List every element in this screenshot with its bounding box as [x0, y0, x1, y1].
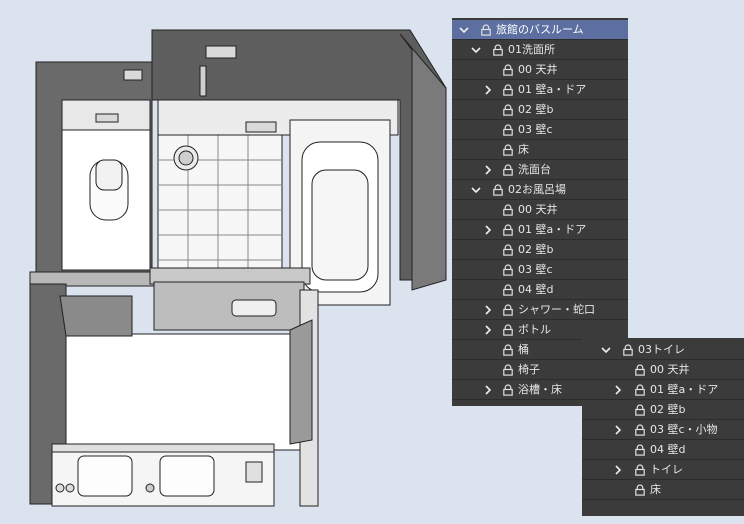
chevron-down-icon[interactable]: [458, 20, 470, 40]
lock-icon[interactable]: [502, 64, 514, 76]
chevron-right-icon[interactable]: [482, 220, 494, 240]
layer-row[interactable]: 00 天井: [452, 200, 628, 220]
lock-icon[interactable]: [634, 444, 646, 456]
lock-icon[interactable]: [502, 324, 514, 336]
layer-label: 床: [518, 143, 529, 156]
lock-icon[interactable]: [502, 244, 514, 256]
layer-row[interactable]: ボトル: [452, 320, 628, 340]
lock-icon[interactable]: [502, 104, 514, 116]
layer-row[interactable]: 02お風呂場: [452, 180, 628, 200]
layer-label: 04 壁d: [650, 443, 686, 456]
chevron-right-icon[interactable]: [612, 420, 624, 440]
lock-icon[interactable]: [502, 144, 514, 156]
layer-label: 01 壁a・ドア: [650, 383, 719, 396]
layer-row[interactable]: 01 壁a・ドア: [582, 380, 744, 400]
layer-label: 洗面台: [518, 163, 551, 176]
layer-row[interactable]: 02 壁b: [452, 240, 628, 260]
layer-row[interactable]: 洗面台: [452, 160, 628, 180]
layer-row[interactable]: 01洗面所: [452, 40, 628, 60]
layer-label: 椅子: [518, 363, 540, 376]
layer-row[interactable]: 03 壁c・小物: [582, 420, 744, 440]
chevron-right-icon[interactable]: [482, 380, 494, 400]
layer-label: 03 壁c: [518, 263, 553, 276]
lock-icon[interactable]: [502, 344, 514, 356]
layer-row[interactable]: 03 壁c: [452, 260, 628, 280]
layer-row[interactable]: 02 壁b: [452, 100, 628, 120]
lock-icon[interactable]: [502, 84, 514, 96]
layer-row[interactable]: 04 壁d: [582, 440, 744, 460]
layer-label: 02 壁b: [518, 103, 554, 116]
layer-row[interactable]: トイレ: [582, 460, 744, 480]
layer-row[interactable]: 01 壁a・ドア: [452, 80, 628, 100]
layer-label: 01 壁a・ドア: [518, 223, 587, 236]
layer-label: 00 天井: [518, 63, 558, 76]
lock-icon[interactable]: [634, 404, 646, 416]
layer-row[interactable]: 03トイレ: [582, 340, 744, 360]
layer-label: 浴槽・床: [518, 383, 562, 396]
chevron-down-icon[interactable]: [600, 340, 612, 360]
layer-label: 02お風呂場: [508, 183, 566, 196]
layer-row[interactable]: 旅館のバスルーム: [452, 20, 628, 40]
layer-label: 03トイレ: [638, 343, 685, 356]
layer-label: 旅館のバスルーム: [496, 23, 584, 36]
layer-label: 00 天井: [650, 363, 690, 376]
lock-icon[interactable]: [622, 344, 634, 356]
chevron-right-icon[interactable]: [482, 80, 494, 100]
layer-label: トイレ: [650, 463, 683, 476]
lock-icon[interactable]: [634, 364, 646, 376]
layer-label: 床: [650, 483, 661, 496]
layer-row[interactable]: 床: [582, 480, 744, 500]
lock-icon[interactable]: [492, 44, 504, 56]
lock-icon[interactable]: [502, 204, 514, 216]
lock-icon[interactable]: [502, 304, 514, 316]
lock-icon[interactable]: [502, 364, 514, 376]
lock-icon[interactable]: [502, 124, 514, 136]
layer-row[interactable]: 03 壁c: [452, 120, 628, 140]
chevron-right-icon[interactable]: [482, 160, 494, 180]
lock-icon[interactable]: [634, 484, 646, 496]
lock-icon[interactable]: [502, 284, 514, 296]
lock-icon[interactable]: [634, 424, 646, 436]
layer-row[interactable]: 床: [452, 140, 628, 160]
layer-label: 桶: [518, 343, 529, 356]
layer-row[interactable]: 04 壁d: [452, 280, 628, 300]
layer-row[interactable]: 01 壁a・ドア: [452, 220, 628, 240]
layer-row[interactable]: シャワー・蛇口: [452, 300, 628, 320]
lock-icon[interactable]: [634, 384, 646, 396]
layer-row[interactable]: 00 天井: [582, 360, 744, 380]
lock-icon[interactable]: [502, 164, 514, 176]
chevron-right-icon[interactable]: [482, 320, 494, 340]
lock-icon[interactable]: [502, 264, 514, 276]
layer-label: 02 壁b: [518, 243, 554, 256]
chevron-down-icon[interactable]: [470, 40, 482, 60]
layer-label: ボトル: [518, 323, 551, 336]
chevron-right-icon[interactable]: [612, 380, 624, 400]
layer-label: 04 壁d: [518, 283, 554, 296]
toilet-layers-panel: 03トイレ 00 天井 01 壁a・ドア 02 壁b 03 壁c・小物 04 壁d トイレ床: [582, 338, 744, 516]
layer-label: シャワー・蛇口: [518, 303, 595, 316]
chevron-right-icon[interactable]: [482, 300, 494, 320]
layer-label: 01洗面所: [508, 43, 555, 56]
lock-icon[interactable]: [492, 184, 504, 196]
layer-label: 01 壁a・ドア: [518, 83, 587, 96]
chevron-right-icon[interactable]: [612, 460, 624, 480]
chevron-down-icon[interactable]: [470, 180, 482, 200]
layer-label: 00 天井: [518, 203, 558, 216]
lock-icon[interactable]: [634, 464, 646, 476]
lock-icon[interactable]: [480, 24, 492, 36]
layer-label: 02 壁b: [650, 403, 686, 416]
layer-label: 03 壁c: [518, 123, 553, 136]
layer-row[interactable]: 00 天井: [452, 60, 628, 80]
lock-icon[interactable]: [502, 224, 514, 236]
layer-label: 03 壁c・小物: [650, 423, 718, 436]
lock-icon[interactable]: [502, 384, 514, 396]
layer-row[interactable]: 02 壁b: [582, 400, 744, 420]
